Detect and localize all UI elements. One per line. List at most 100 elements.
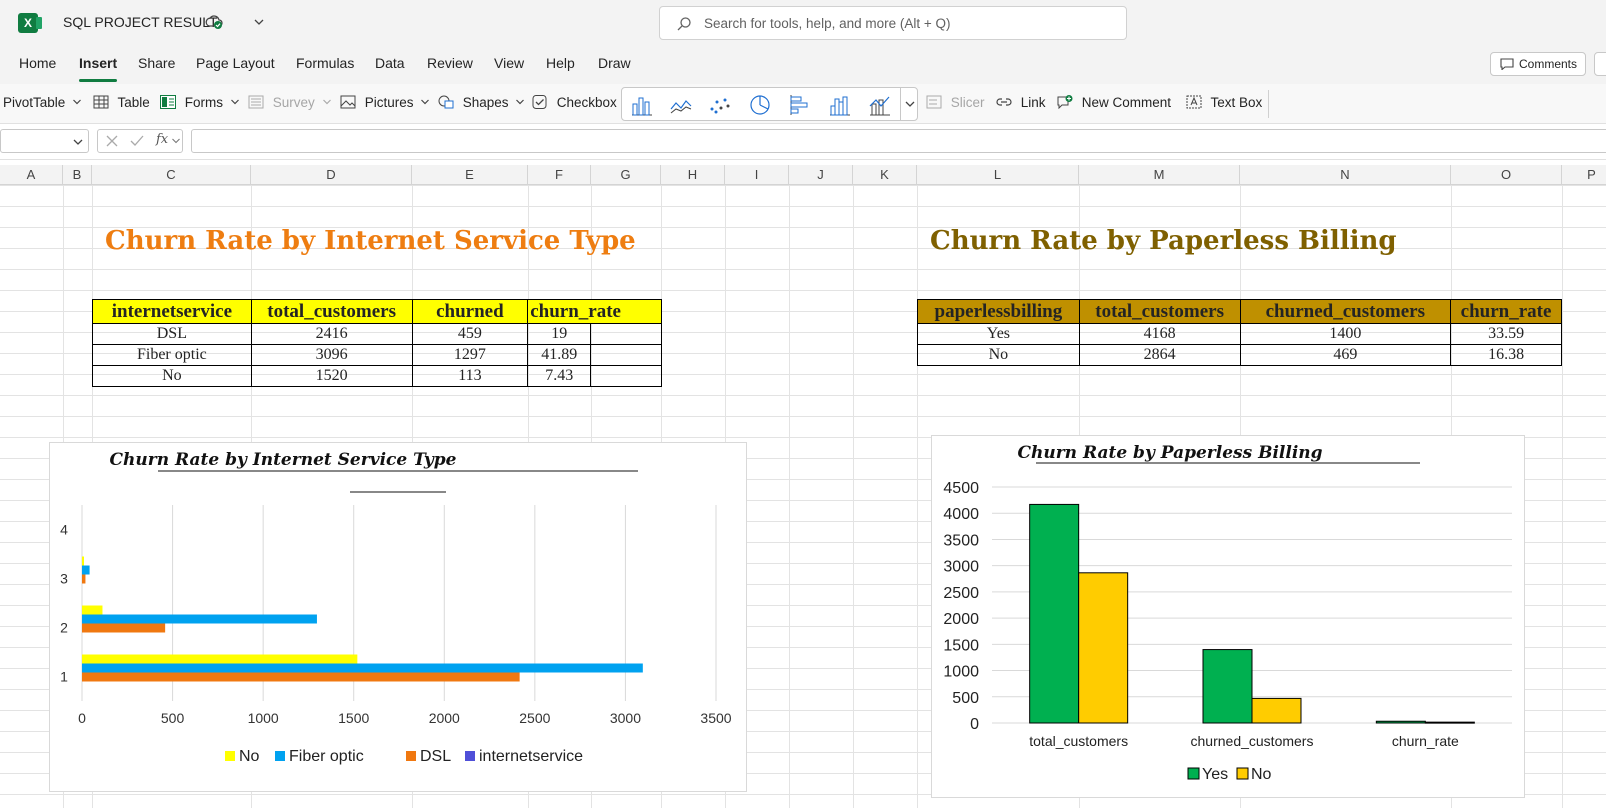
table-header-cell[interactable]: churned_customers [1239, 299, 1452, 324]
table-cell[interactable]: 459 [411, 323, 529, 345]
pie-chart-icon[interactable] [748, 94, 772, 116]
table-header-cell[interactable]: churn_rate [1450, 299, 1562, 324]
paperless-billing-heading[interactable]: Churn Rate by Paperless Billing [930, 226, 1397, 256]
forms-button[interactable]: Forms [160, 95, 239, 110]
text-box-label: Text Box [1210, 95, 1263, 110]
column-header-j[interactable]: J [789, 165, 853, 185]
column-header-e[interactable]: E [412, 165, 528, 185]
table-cell[interactable]: 19 [527, 323, 592, 345]
new-comment-button[interactable]: New Comment [1057, 95, 1171, 110]
legend-label: DSL [420, 748, 451, 765]
table-button[interactable]: Table [93, 95, 150, 110]
paperless-billing-chart[interactable]: Churn Rate by Paperless Billing 0 500 1000 1… [931, 435, 1525, 798]
column-header-i[interactable]: I [725, 165, 789, 185]
table-cell[interactable]: Fiber optic [92, 344, 252, 366]
checkbox-button[interactable]: Checkbox [532, 95, 617, 110]
table-row: Fiber optic 3096 1297 41.89 [92, 344, 662, 366]
table-cell[interactable]: 16.38 [1450, 344, 1562, 366]
bar [82, 556, 84, 566]
table-cell[interactable]: 1297 [411, 344, 529, 366]
cancel-icon[interactable] [106, 135, 118, 147]
column-header-h[interactable]: H [661, 165, 725, 185]
column-header-g[interactable]: G [591, 165, 661, 185]
column-header-f[interactable]: F [528, 165, 591, 185]
tab-share[interactable]: Share [138, 55, 175, 71]
shapes-button[interactable]: Shapes [438, 95, 525, 110]
table-cell[interactable]: Yes [917, 323, 1080, 345]
table-cell[interactable]: No [92, 365, 252, 387]
excel-logo-icon[interactable]: X [18, 13, 42, 33]
slicer-button[interactable]: Slicer [926, 95, 985, 110]
table-cell[interactable]: 1400 [1239, 323, 1452, 345]
table-header-cell[interactable]: churned [411, 299, 529, 324]
table-cell[interactable]: 469 [1239, 344, 1452, 366]
internet-service-heading[interactable]: Churn Rate by Internet Service Type [105, 226, 636, 256]
cloud-saved-icon[interactable] [205, 14, 223, 30]
table-cell[interactable]: 2864 [1078, 344, 1241, 366]
insert-function-button[interactable]: fx [156, 132, 168, 147]
link-button[interactable]: Link [996, 95, 1046, 110]
text-box-button[interactable]: Text Box [1186, 95, 1262, 110]
pivottable-button[interactable]: PivotTable [3, 95, 81, 110]
table-cell[interactable]: 2416 [250, 323, 413, 345]
histogram-chart-icon[interactable] [828, 94, 852, 116]
table-cell[interactable] [590, 344, 662, 366]
table-cell[interactable]: 33.59 [1450, 323, 1562, 345]
chevron-down-icon[interactable] [253, 16, 265, 28]
line-chart-icon[interactable] [669, 94, 693, 116]
bar-chart-icon[interactable] [788, 94, 812, 116]
tab-formulas[interactable]: Formulas [296, 55, 354, 71]
bar [82, 663, 643, 673]
scatter-chart-icon[interactable] [708, 94, 732, 116]
document-title[interactable]: SQL PROJECT RESULT [63, 14, 218, 30]
tab-help[interactable]: Help [546, 55, 575, 71]
table-header-cell[interactable]: churn_rate [527, 299, 662, 324]
table-cell[interactable]: 7.43 [527, 365, 592, 387]
column-header-b[interactable]: B [63, 165, 92, 185]
chart-gallery-dropdown[interactable] [900, 88, 918, 120]
column-header-l[interactable]: L [917, 165, 1079, 185]
table-cell[interactable]: 113 [411, 365, 529, 387]
formula-input[interactable] [191, 129, 1606, 153]
table-header-cell[interactable]: total_customers [1078, 299, 1241, 324]
table-cell[interactable] [590, 323, 662, 345]
link-label: Link [1020, 95, 1046, 110]
comments-button[interactable]: Comments [1490, 52, 1586, 76]
search-box[interactable]: Search for tools, help, and more (Alt + … [659, 6, 1127, 40]
table-cell[interactable]: 1520 [250, 365, 413, 387]
y-tick-label: 3500 [943, 532, 979, 549]
pictures-button[interactable]: Pictures [340, 95, 430, 110]
table-cell[interactable] [590, 365, 662, 387]
column-header-d[interactable]: D [251, 165, 412, 185]
tab-insert[interactable]: Insert [79, 55, 118, 82]
tab-data[interactable]: Data [375, 55, 405, 71]
table-header-cell[interactable]: total_customers [250, 299, 413, 324]
table-header-cell[interactable]: paperlessbilling [917, 299, 1080, 324]
internet-service-chart[interactable]: Churn Rate by Internet Service Type 0 500 1… [49, 442, 747, 792]
column-header-k[interactable]: K [853, 165, 917, 185]
table-cell[interactable]: DSL [92, 323, 252, 345]
tab-home[interactable]: Home [19, 55, 56, 71]
column-header-p[interactable]: P [1562, 165, 1606, 185]
column-header-n[interactable]: N [1240, 165, 1451, 185]
table-cell[interactable]: No [917, 344, 1080, 366]
search-input[interactable]: Search for tools, help, and more (Alt + … [704, 16, 951, 31]
tab-review[interactable]: Review [427, 55, 473, 71]
table-cell[interactable]: 41.89 [527, 344, 592, 366]
column-header-c[interactable]: C [92, 165, 251, 185]
tab-page-layout[interactable]: Page Layout [196, 55, 275, 71]
column-header-m[interactable]: M [1079, 165, 1240, 185]
table-cell[interactable]: 4168 [1078, 323, 1241, 345]
tab-view[interactable]: View [494, 55, 524, 71]
table-header-cell[interactable]: internetservice [92, 299, 252, 324]
enter-check-icon[interactable] [130, 135, 144, 147]
name-box[interactable] [0, 129, 89, 153]
column-chart-icon[interactable] [630, 94, 654, 116]
combo-chart-icon[interactable] [868, 94, 892, 116]
table-cell[interactable]: 3096 [250, 344, 413, 366]
more-options-button[interactable] [1594, 52, 1606, 76]
survey-button[interactable]: Survey [248, 95, 331, 110]
tab-draw[interactable]: Draw [598, 55, 631, 71]
column-header-o[interactable]: O [1451, 165, 1562, 185]
column-header-a[interactable]: A [0, 165, 63, 185]
